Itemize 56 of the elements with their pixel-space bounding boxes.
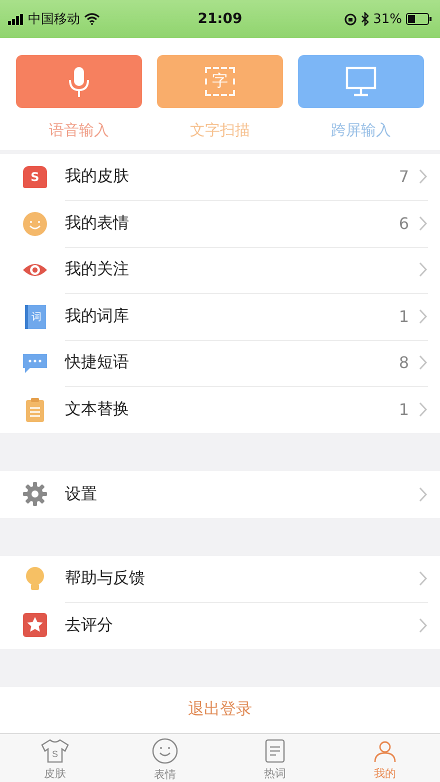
item-count: 1: [398, 306, 409, 326]
action-label: 跨屏输入: [331, 121, 391, 140]
action-label: 语音输入: [49, 121, 109, 140]
document-icon: [264, 738, 286, 762]
menu-label: 我的皮肤: [65, 166, 130, 188]
action-label: 文字扫描: [190, 121, 250, 140]
menu-label: 文本替换: [65, 399, 130, 420]
item-count: 1: [398, 400, 409, 420]
shirt-icon: S: [23, 166, 47, 188]
wifi-icon: [84, 13, 100, 25]
chevron-icon: [419, 355, 428, 370]
chevron-icon: [419, 618, 428, 633]
cross-screen-button[interactable]: [298, 55, 424, 108]
menu-item[interactable]: 文本替换 1: [0, 386, 440, 433]
chevron-icon: [419, 486, 428, 502]
menu-item[interactable]: S 我的皮肤 7: [0, 154, 440, 200]
clock-time: 21:09: [198, 11, 242, 27]
voice-input-button[interactable]: [16, 55, 142, 108]
chevron-icon: [419, 308, 428, 324]
menu-item[interactable]: 设置: [0, 471, 440, 518]
chevron-icon: [419, 262, 428, 278]
menu-item[interactable]: 词 我的词库 1: [0, 294, 440, 340]
menu-label: 帮助与反馈: [65, 568, 146, 589]
microphone-icon: [68, 66, 90, 98]
battery-icon: [406, 13, 432, 25]
carrier-name: 中国移动: [28, 11, 80, 28]
book-icon: 词: [24, 304, 46, 329]
menu-item[interactable]: 快捷短语 8: [0, 340, 440, 386]
chevron-icon: [419, 402, 428, 418]
menu-label: 设置: [65, 484, 98, 505]
bluetooth-icon: [361, 12, 370, 26]
shirt-icon: S: [41, 738, 69, 762]
scan-text-icon: 字: [205, 67, 235, 96]
chevron-icon: [419, 169, 428, 184]
item-count: 8: [398, 353, 409, 372]
menu-label: 去评分: [65, 614, 114, 636]
menu-item[interactable]: 我的表情 6: [0, 200, 440, 247]
item-count: 7: [398, 167, 409, 186]
menu-label: 我的表情: [65, 212, 130, 234]
rotation-lock-icon: [344, 12, 358, 26]
item-count: 6: [398, 214, 409, 233]
person-icon: [373, 738, 397, 762]
chevron-icon: [419, 570, 428, 586]
menu-label: 快捷短语: [65, 352, 130, 374]
battery-percent: 31%: [373, 12, 402, 26]
menu-item[interactable]: 帮助与反馈: [0, 556, 440, 602]
signal-icon: [8, 14, 24, 24]
smiley-icon: [152, 738, 178, 764]
settings-icon: [22, 481, 48, 508]
chevron-icon: [419, 216, 428, 231]
menu-item[interactable]: 我的关注: [0, 247, 440, 294]
menu-label: 我的词库: [65, 306, 130, 327]
smiley-icon: [22, 210, 48, 237]
monitor-icon: [345, 66, 377, 98]
menu-label: 我的关注: [65, 259, 130, 280]
menu-item[interactable]: 去评分: [0, 602, 440, 648]
